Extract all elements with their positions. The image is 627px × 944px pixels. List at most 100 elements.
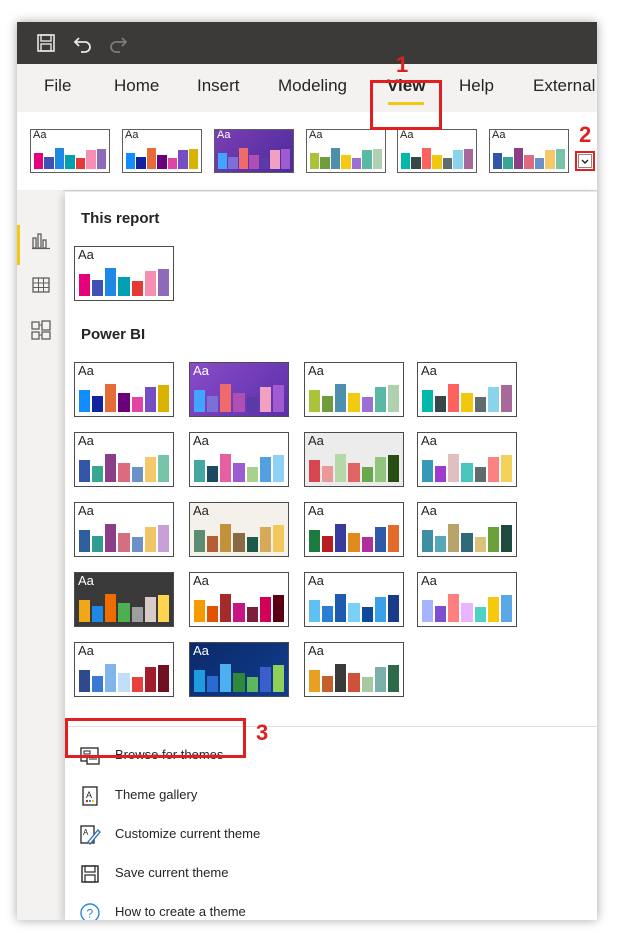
- theme-swatch-bar: [448, 523, 460, 552]
- theme-swatch-bar: [79, 273, 91, 296]
- power-bi-theme-thumb[interactable]: Aa: [304, 362, 404, 417]
- callout-2: 2: [579, 122, 592, 147]
- theme-swatch-bar: [157, 665, 169, 692]
- theme-swatch-bars: [79, 266, 169, 296]
- section-this-report: This report: [81, 210, 160, 227]
- power-bi-theme-thumb[interactable]: Aa: [74, 642, 174, 697]
- tab-home[interactable]: Home: [114, 76, 159, 96]
- theme-swatch-bar: [259, 456, 271, 482]
- theme-swatch-bar: [86, 150, 96, 169]
- theme-swatch-bar: [422, 389, 434, 412]
- theme-swatch-bar: [157, 525, 169, 552]
- theme-swatch-bar: [34, 152, 44, 169]
- power-bi-theme-thumb[interactable]: Aa: [74, 502, 174, 557]
- power-bi-theme-thumb[interactable]: Aa: [417, 502, 517, 557]
- tab-file[interactable]: File: [44, 76, 71, 96]
- theme-swatch-bar: [249, 154, 259, 169]
- power-bi-theme-thumb[interactable]: Aa: [189, 362, 289, 417]
- theme-swatch-bars: [310, 147, 382, 169]
- tab-external[interactable]: External: [533, 76, 595, 96]
- ribbon-theme-thumb[interactable]: Aa: [306, 129, 386, 173]
- theme-swatch-bar: [126, 152, 136, 169]
- power-bi-theme-thumb[interactable]: Aa: [189, 502, 289, 557]
- power-bi-theme-thumb[interactable]: Aa: [417, 432, 517, 487]
- theme-swatch-bar: [461, 392, 473, 412]
- theme-swatch-bar: [131, 537, 143, 552]
- theme-swatch-bar: [246, 537, 258, 552]
- power-bi-theme-thumb[interactable]: Aa: [304, 502, 404, 557]
- save-icon: [79, 863, 101, 885]
- theme-swatch-bar: [118, 672, 130, 692]
- theme-swatch-bar: [131, 397, 143, 412]
- power-bi-theme-thumb[interactable]: Aa: [304, 642, 404, 697]
- theme-swatch-bar: [442, 158, 453, 169]
- power-bi-theme-thumb[interactable]: Aa: [304, 432, 404, 487]
- save-theme-item[interactable]: Save current theme: [79, 860, 379, 890]
- theme-swatch-bar: [387, 665, 399, 692]
- ribbon-theme-thumb[interactable]: Aa: [122, 129, 202, 173]
- theme-swatch-bar: [157, 269, 169, 296]
- theme-swatch-bar: [144, 666, 156, 692]
- table-icon[interactable]: [31, 275, 51, 300]
- power-bi-theme-thumb[interactable]: Aa: [189, 572, 289, 627]
- redo-icon[interactable]: [107, 32, 129, 54]
- ribbon-theme-thumb[interactable]: Aa: [397, 129, 477, 173]
- theme-swatch-bar: [79, 459, 91, 482]
- theme-swatch-bar: [207, 675, 219, 692]
- theme-swatch-bar: [361, 397, 373, 412]
- theme-swatch-bar: [401, 152, 411, 169]
- customize-theme-item[interactable]: A Customize current theme: [79, 821, 379, 851]
- theme-thumb-label: Aa: [33, 129, 47, 141]
- theme-swatch-bar: [348, 602, 360, 622]
- highlight-view-tab: [370, 80, 442, 130]
- theme-swatch-bar: [118, 462, 130, 482]
- theme-swatch-bar: [463, 149, 473, 169]
- theme-thumb-label: Aa: [78, 643, 94, 658]
- theme-gallery-item[interactable]: A Theme gallery: [79, 782, 379, 812]
- theme-swatch-bar: [320, 156, 330, 169]
- tab-modeling[interactable]: Modeling: [278, 76, 347, 96]
- power-bi-theme-thumb[interactable]: Aa: [189, 642, 289, 697]
- power-bi-theme-thumb[interactable]: Aa: [74, 362, 174, 417]
- theme-swatch-bar: [157, 154, 167, 169]
- theme-swatch-bar: [524, 154, 534, 169]
- tab-help[interactable]: Help: [459, 76, 494, 96]
- model-icon[interactable]: [31, 320, 51, 345]
- theme-swatch-bar: [348, 462, 360, 482]
- theme-swatch-bars: [79, 452, 169, 482]
- power-bi-theme-thumb[interactable]: Aa: [417, 362, 517, 417]
- theme-swatch-bar: [194, 389, 206, 412]
- how-to-create-theme-item[interactable]: ? How to create a theme: [79, 899, 379, 920]
- this-report-theme-thumb[interactable]: Aa: [74, 246, 174, 301]
- howto-label: How to create a theme: [115, 904, 246, 919]
- power-bi-theme-thumb[interactable]: Aa: [74, 572, 174, 627]
- theme-swatch-bar: [474, 607, 486, 622]
- theme-swatch-bar: [246, 677, 258, 692]
- ribbon-theme-thumb[interactable]: Aa: [489, 129, 569, 173]
- bar-chart-icon[interactable]: [31, 230, 51, 255]
- power-bi-theme-thumb[interactable]: Aa: [189, 432, 289, 487]
- theme-swatch-bar: [218, 152, 228, 169]
- theme-swatch-bar: [167, 158, 178, 169]
- theme-swatch-bar: [448, 593, 460, 622]
- power-bi-theme-thumb[interactable]: Aa: [417, 572, 517, 627]
- theme-swatch-bars: [126, 147, 198, 169]
- theme-swatch-bars: [493, 147, 565, 169]
- tab-insert[interactable]: Insert: [197, 76, 240, 96]
- power-bi-theme-thumb[interactable]: Aa: [74, 432, 174, 487]
- ribbon-theme-thumb[interactable]: Aa: [214, 129, 294, 173]
- svg-text:A: A: [83, 828, 89, 837]
- power-bi-theme-thumb[interactable]: Aa: [304, 572, 404, 627]
- theme-swatch-bar: [545, 150, 555, 169]
- theme-thumb-label: Aa: [125, 129, 139, 141]
- theme-swatch-bars: [194, 522, 284, 552]
- theme-swatch-bar: [233, 392, 245, 412]
- theme-swatch-bar: [144, 386, 156, 412]
- theme-swatch-bar: [453, 150, 463, 169]
- theme-thumb-label: Aa: [308, 643, 324, 658]
- ribbon-theme-thumb[interactable]: Aa: [30, 129, 110, 173]
- save-icon[interactable]: [35, 32, 57, 54]
- undo-icon[interactable]: [72, 32, 94, 54]
- theme-swatch-bar: [118, 392, 130, 412]
- theme-thumb-label: Aa: [193, 643, 209, 658]
